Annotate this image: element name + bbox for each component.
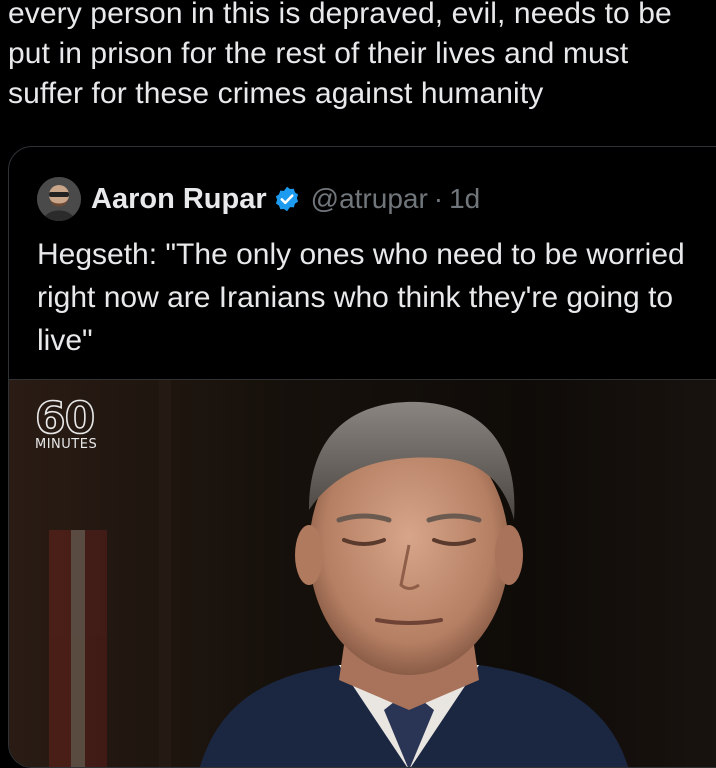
author-handle[interactable]: @atrupar	[311, 183, 428, 215]
post-timestamp[interactable]: 1d	[449, 183, 480, 215]
60-minutes-logo: 60 MINUTES	[34, 393, 98, 452]
avatar-image	[37, 177, 81, 221]
quoted-post-card[interactable]: Aaron Rupar @atrupar · 1d Hegseth: "The …	[8, 146, 716, 768]
video-thumbnail-image	[9, 380, 716, 767]
verified-badge-icon	[273, 185, 301, 213]
author-avatar[interactable]	[37, 177, 81, 221]
quoted-post-header: Aaron Rupar @atrupar · 1d	[37, 175, 480, 223]
separator-dot: ·	[433, 183, 444, 214]
author-name[interactable]: Aaron Rupar	[91, 183, 267, 216]
quoted-post-text: Hegseth: "The only ones who need to be w…	[37, 238, 685, 357]
quoted-post-media[interactable]: 60 MINUTES	[9, 379, 716, 767]
logo-word: MINUTES	[35, 437, 98, 452]
post-text: every person in this is depraved, evil, …	[8, 0, 672, 110]
logo-number: 60	[34, 393, 96, 444]
